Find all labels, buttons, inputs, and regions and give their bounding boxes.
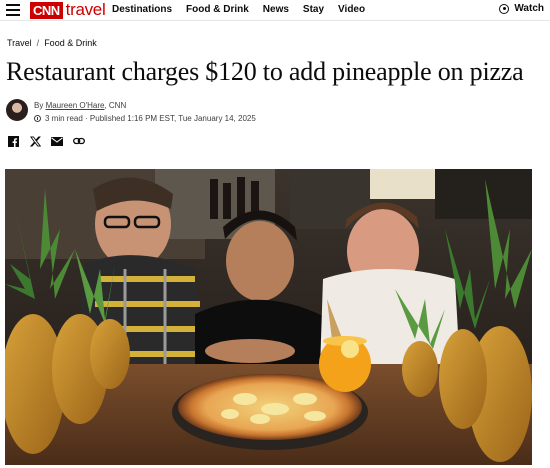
logo-text: travel [65, 0, 106, 19]
facebook-icon[interactable] [6, 135, 20, 147]
read-time: 3 min read [45, 114, 83, 123]
nav-item-destinations[interactable]: Destinations [112, 4, 172, 15]
play-circle-icon [499, 3, 510, 14]
breadcrumb-separator: / [36, 38, 40, 48]
nav-item-video[interactable]: Video [338, 4, 365, 15]
nav-item-stay[interactable]: Stay [303, 4, 324, 15]
breadcrumb: Travel / Food & Drink [7, 38, 97, 48]
article-timestamp: 3 min read · Published 1:16 PM EST, Tue … [34, 114, 256, 123]
breadcrumb-travel[interactable]: Travel [7, 38, 32, 48]
hero-photo-illustration [5, 169, 532, 465]
page-title: Restaurant charges $120 to add pineapple… [6, 57, 524, 86]
email-icon[interactable] [50, 135, 64, 147]
author-avatar[interactable] [6, 99, 28, 121]
watch-label: Watch [514, 3, 544, 14]
watch-button[interactable]: Watch [499, 3, 544, 14]
share-bar [6, 135, 94, 147]
nav-item-news[interactable]: News [263, 4, 289, 15]
top-nav: CNN travel Destinations Food & Drink New… [0, 0, 550, 21]
nav-links: Destinations Food & Drink News Stay Vide… [112, 4, 379, 15]
logo-box: CNN [30, 1, 63, 19]
hero-image[interactable] [5, 169, 532, 465]
x-icon[interactable] [28, 135, 42, 147]
author-link[interactable]: Maureen O'Hare [46, 101, 105, 110]
menu-icon[interactable] [6, 4, 20, 16]
breadcrumb-food-drink[interactable]: Food & Drink [44, 38, 97, 48]
byline-prefix: By [34, 101, 46, 110]
nav-item-food-drink[interactable]: Food & Drink [186, 4, 249, 15]
byline: By Maureen O'Hare, CNN [34, 101, 126, 110]
cnn-travel-logo[interactable]: CNN travel [30, 0, 106, 19]
link-icon[interactable] [72, 135, 86, 147]
clock-icon [34, 115, 41, 122]
byline-outlet: , CNN [104, 101, 127, 110]
published-date: · Published 1:16 PM EST, Tue January 14,… [85, 114, 256, 123]
